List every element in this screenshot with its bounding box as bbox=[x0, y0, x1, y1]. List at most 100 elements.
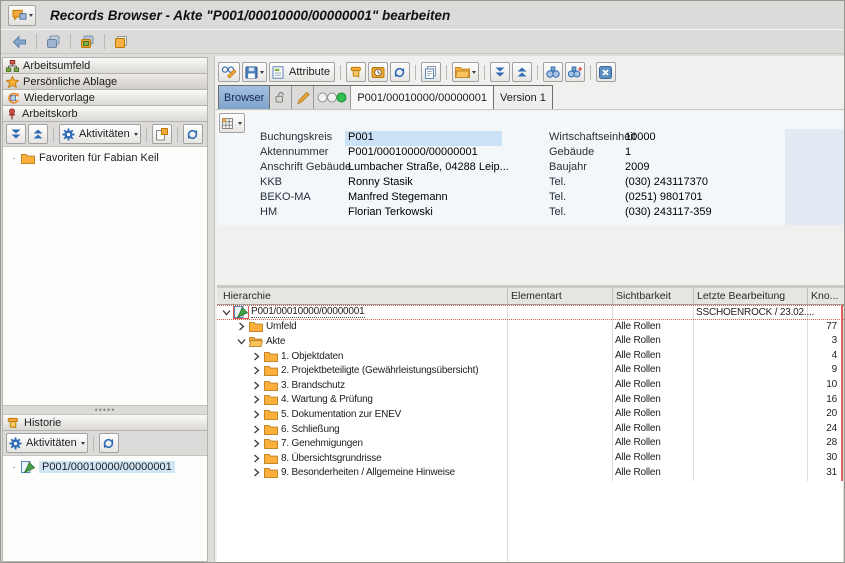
browser-view-button[interactable]: Browser bbox=[219, 86, 270, 109]
copy-button[interactable] bbox=[421, 62, 441, 82]
chevron-closed-icon[interactable] bbox=[251, 395, 261, 404]
find-next-icon bbox=[568, 66, 582, 78]
tree-row[interactable]: UmfeldAlle Rollen77 bbox=[217, 320, 844, 335]
tree-row[interactable]: 7. Genehmigungen Alle Rollen 28 bbox=[217, 436, 844, 451]
kno-cell: 24 bbox=[805, 423, 837, 434]
column-header-hierarchie[interactable]: Hierarchie bbox=[223, 290, 271, 302]
app-menu-button[interactable] bbox=[8, 5, 36, 26]
tree-row[interactable]: AkteAlle Rollen3 bbox=[217, 334, 844, 349]
tree-row[interactable]: 5. Dokumentation zur ENEVAlle Rollen20 bbox=[217, 407, 844, 422]
attribute-button[interactable]: Attribute bbox=[269, 62, 335, 82]
versions-button[interactable] bbox=[346, 62, 366, 82]
edit-button[interactable] bbox=[292, 86, 314, 109]
sidebar-item-label: Arbeitsumfeld bbox=[23, 60, 90, 72]
column-divider[interactable] bbox=[693, 288, 694, 304]
column-header-letzte-bearbeitung[interactable]: Letzte Bearbeitung bbox=[697, 290, 785, 302]
column-divider[interactable] bbox=[507, 288, 508, 304]
tree-row[interactable]: 2. Projektbeteiligte (Gewährleistungsübe… bbox=[217, 363, 844, 378]
expand-all-icon bbox=[32, 129, 44, 140]
display-change-button[interactable] bbox=[218, 62, 240, 82]
tree-row[interactable]: 6. SchließungAlle Rollen24 bbox=[217, 422, 844, 437]
scroll-icon bbox=[6, 417, 20, 429]
sidebar-item-label: Wiedervorlage bbox=[24, 92, 95, 104]
kno-cell: 28 bbox=[805, 437, 837, 448]
sidebar-splitter[interactable]: ••••• bbox=[3, 405, 207, 415]
record-id-field: P001/00010000/00000001 bbox=[351, 86, 494, 109]
app-icon bbox=[12, 9, 27, 22]
tree-row[interactable]: 8. ÜbersichtsgrundrisseAlle Rollen30 bbox=[217, 451, 844, 466]
chevron-open-icon[interactable] bbox=[221, 308, 231, 317]
historie-header[interactable]: Historie bbox=[3, 415, 207, 431]
app-menu-dropdown-arrow bbox=[29, 14, 33, 17]
historie-activities-button[interactable]: Aktivitäten bbox=[6, 433, 88, 453]
tree-node-label: 7. Genehmigungen bbox=[281, 438, 363, 449]
record-icon bbox=[21, 461, 35, 473]
sidebar-item-label: Arbeitskorb bbox=[22, 108, 78, 120]
chevron-closed-icon[interactable] bbox=[251, 454, 261, 463]
chevron-closed-icon[interactable] bbox=[251, 366, 261, 375]
find-next-button[interactable] bbox=[565, 62, 585, 82]
historie-refresh-button[interactable] bbox=[99, 433, 119, 453]
attribute-value: 2009 bbox=[625, 161, 649, 173]
tree-row[interactable]: 1. ObjektdatenAlle Rollen4 bbox=[217, 349, 844, 364]
find-button[interactable] bbox=[543, 62, 563, 82]
close-hierarchy-button[interactable] bbox=[596, 62, 616, 82]
tree-row[interactable]: 9. Besonderheiten / Allgemeine HinweiseA… bbox=[217, 466, 844, 481]
toolbar-separator bbox=[104, 34, 105, 49]
attribute-label: Anschrift Gebäude bbox=[260, 161, 351, 173]
save-button[interactable] bbox=[242, 62, 267, 82]
sichtbarkeit-cell: Alle Rollen bbox=[615, 335, 661, 346]
sidebar-item-wiedervorlage[interactable]: Wiedervorlage bbox=[3, 90, 207, 106]
sidebar-item-arbeitskorb[interactable]: Arbeitskorb bbox=[3, 106, 207, 122]
chevron-closed-icon[interactable] bbox=[251, 381, 261, 390]
activities-button[interactable]: Aktivitäten bbox=[59, 124, 141, 144]
lock-button[interactable] bbox=[270, 86, 292, 109]
column-divider[interactable] bbox=[612, 288, 613, 304]
tree-row[interactable]: 3. BrandschutzAlle Rollen10 bbox=[217, 378, 844, 393]
lock-open-icon bbox=[274, 91, 287, 104]
schedule-button[interactable] bbox=[368, 62, 388, 82]
chevron-closed-icon[interactable] bbox=[251, 425, 261, 434]
collapse-all-button[interactable] bbox=[6, 124, 26, 144]
column-header-kno[interactable]: Kno... bbox=[811, 290, 838, 302]
column-header-elementart[interactable]: Elementart bbox=[511, 290, 562, 302]
toolbar-separator bbox=[53, 127, 54, 142]
historie-item[interactable]: · P001/00010000/00000001 bbox=[3, 461, 207, 473]
tree-row[interactable]: 4. Wartung & PrüfungAlle Rollen16 bbox=[217, 393, 844, 408]
chevron-open-icon[interactable] bbox=[236, 337, 246, 346]
chevron-closed-icon[interactable] bbox=[251, 410, 261, 419]
historie-title: Historie bbox=[24, 417, 61, 429]
expand-all-button-main[interactable] bbox=[512, 62, 532, 82]
sichtbarkeit-cell: Alle Rollen bbox=[615, 437, 661, 448]
chevron-closed-icon[interactable] bbox=[236, 322, 246, 331]
column-header-sichtbarkeit[interactable]: Sichtbarkeit bbox=[616, 290, 671, 302]
org-chart-icon bbox=[6, 60, 19, 72]
sidebar-item-arbeitsumfeld[interactable]: Arbeitsumfeld bbox=[3, 58, 207, 74]
session-button[interactable] bbox=[43, 32, 64, 52]
collapse-all-button-main[interactable] bbox=[490, 62, 510, 82]
favorites-item[interactable]: · Favoriten für Fabian Keil bbox=[3, 152, 207, 164]
shortcut-button[interactable] bbox=[111, 32, 131, 52]
collapse-all-icon bbox=[10, 129, 22, 140]
tree-node-label: P001/00010000/00000001 bbox=[251, 306, 365, 318]
chevron-closed-icon[interactable] bbox=[251, 352, 261, 361]
folder-icon bbox=[264, 380, 278, 391]
column-divider[interactable] bbox=[807, 288, 808, 304]
kno-cell: 20 bbox=[805, 408, 837, 419]
expand-all-button[interactable] bbox=[28, 124, 48, 144]
chevron-closed-icon[interactable] bbox=[251, 439, 261, 448]
refresh-button[interactable] bbox=[183, 124, 203, 144]
sidebar-item-persoenliche-ablage[interactable]: Persönliche Ablage bbox=[3, 74, 207, 90]
new-session-button[interactable] bbox=[77, 32, 98, 52]
chevron-closed-icon[interactable] bbox=[251, 468, 261, 477]
attribute-label: Tel. bbox=[549, 206, 566, 218]
attribute-row: AktennummerP001/00010000/00000001Gebäude… bbox=[217, 145, 843, 160]
open-folder-button[interactable] bbox=[452, 62, 479, 82]
hierarchie-cell: Umfeld bbox=[217, 320, 526, 335]
refresh-button-main[interactable] bbox=[390, 62, 410, 82]
paste-button[interactable] bbox=[152, 124, 172, 144]
tree-row[interactable]: P001/00010000/00000001SSCHOENROCK / 23.0… bbox=[217, 305, 844, 320]
folder-icon bbox=[21, 153, 35, 164]
back-button[interactable] bbox=[9, 32, 30, 52]
version-field: Version 1 bbox=[494, 86, 552, 109]
